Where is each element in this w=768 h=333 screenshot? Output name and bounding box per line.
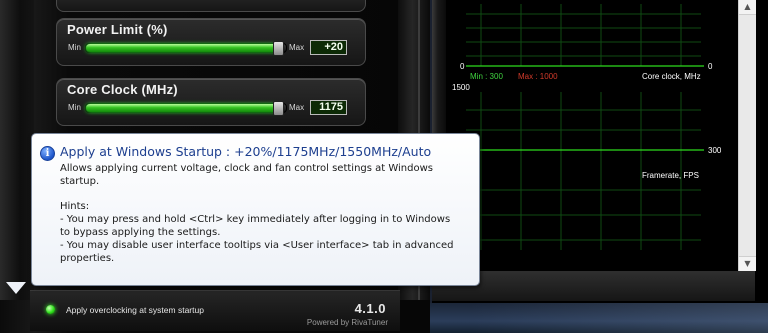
monitor-scrollbar[interactable]: ▲ ▼ [738, 0, 756, 271]
tooltip-hint: - You may press and hold <Ctrl> key imme… [60, 214, 451, 226]
power-limit-slider-fill [86, 44, 278, 52]
graph1-grid [466, 4, 704, 67]
skin-left-bezel [0, 0, 34, 300]
graph1-bottom-left-value: 1500 [452, 83, 470, 92]
core-clock-slider-thumb[interactable] [273, 101, 284, 116]
graph2-right-value: 300 [708, 146, 722, 155]
version-label: 4.1.0 [354, 301, 386, 316]
graph1-max-text: Max : 1000 [518, 72, 558, 81]
scroll-up-button[interactable]: ▲ [739, 0, 756, 15]
core-clock-value[interactable]: 1175 [310, 100, 347, 115]
tooltip-hints-heading: Hints: [60, 201, 90, 213]
powered-by-label: Powered by RivaTuner [306, 318, 388, 327]
core-clock-title: Core Clock (MHz) [67, 82, 178, 97]
graph1-top-left-value: 0 [460, 62, 465, 71]
graph1-label: Core clock, MHz [642, 72, 701, 81]
power-limit-panel: Power Limit (%) Min Max +20 [56, 18, 366, 66]
startup-led-icon[interactable] [46, 305, 55, 314]
voltage-panel [56, 0, 366, 12]
power-limit-value[interactable]: +20 [310, 40, 347, 55]
core-clock-max-label: Max [289, 103, 305, 112]
tooltip-hint: - You may disable user interface tooltip… [60, 239, 454, 251]
startup-label: Apply overclocking at system startup [66, 305, 204, 315]
tooltip-hint: to bypass applying the settings. [60, 226, 221, 238]
monitor-graphs: 0 0 Min : 300 Max : 1000 Core clock, MHz… [452, 4, 722, 250]
graph2-label: Framerate, FPS [642, 171, 699, 180]
core-clock-min-label: Min [68, 103, 81, 112]
hardware-monitor-window: 0 0 Min : 300 Max : 1000 Core clock, MHz… [432, 0, 768, 303]
core-clock-panel: Core Clock (MHz) Min Max 1175 [56, 78, 366, 126]
power-limit-min-label: Min [68, 43, 81, 52]
tooltip-hint: properties. [60, 252, 115, 264]
desktop-glow [470, 303, 768, 333]
skin-bottom-bar: Apply overclocking at system startup 4.1… [30, 290, 400, 331]
tooltip-line: startup. [60, 175, 100, 187]
graph1-top-right-value: 0 [708, 62, 713, 71]
monitor-bottom-frame [432, 271, 755, 301]
tooltip-title: Apply at Windows Startup : +20%/1175MHz/… [60, 144, 432, 159]
tooltip-line: Allows applying current voltage, clock a… [60, 163, 434, 174]
core-clock-slider[interactable] [85, 101, 287, 116]
tooltip-body: Allows applying current voltage, clock a… [60, 163, 470, 265]
power-limit-max-label: Max [289, 43, 305, 52]
startup-tooltip: i Apply at Windows Startup : +20%/1175MH… [31, 133, 480, 286]
power-limit-slider[interactable] [85, 41, 287, 56]
power-limit-slider-thumb[interactable] [273, 41, 284, 56]
scroll-down-button[interactable]: ▼ [739, 256, 756, 271]
graph1-min-text: Min : 300 [470, 72, 503, 81]
info-icon: i [40, 146, 55, 161]
power-limit-title: Power Limit (%) [67, 22, 168, 37]
core-clock-slider-fill [86, 104, 278, 112]
tooltip-pointer [6, 282, 26, 294]
